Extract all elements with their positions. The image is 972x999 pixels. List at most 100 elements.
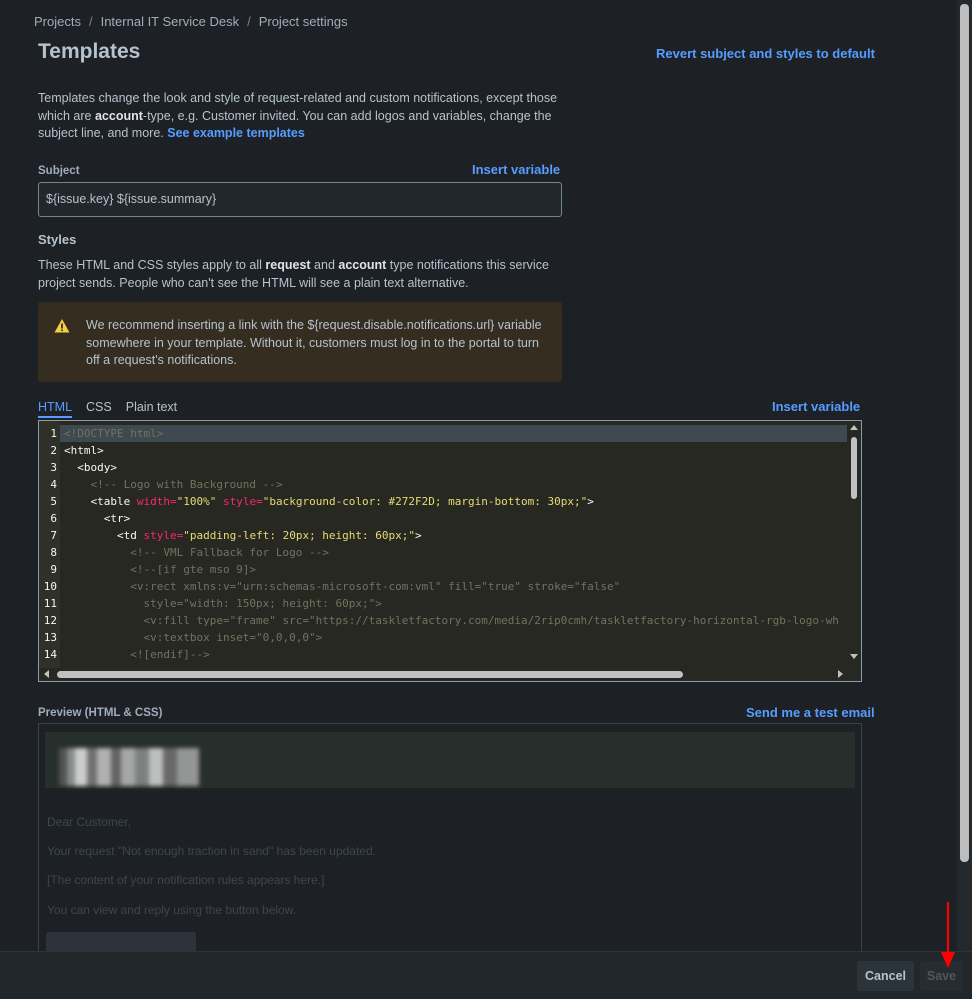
code-token: > [415, 529, 422, 542]
preview-line-2: [The content of your notification rules … [47, 873, 325, 887]
code-token: <!DOCTYPE html> [64, 427, 164, 440]
line-number: 7 [39, 527, 60, 544]
subject-label: Subject [38, 165, 80, 177]
preview-header [45, 732, 855, 788]
code-token: <v:textbox inset="0,0,0,0"> [64, 631, 323, 644]
line-number: 5 [39, 493, 60, 510]
code-token: <td [64, 529, 144, 542]
editor-tabs: HTML CSS Plain text [38, 400, 177, 418]
code-text[interactable]: <![endif]--> [60, 646, 210, 663]
code-token: > [587, 495, 594, 508]
editor-vertical-scroll-thumb[interactable] [851, 437, 857, 499]
code-line[interactable]: 4 <!-- Logo with Background --> [39, 476, 847, 493]
line-number: 11 [39, 595, 60, 612]
blurred-logo-image [59, 748, 199, 786]
preview-line-1: Your request "Not enough traction in san… [47, 844, 376, 858]
code-token: <html> [64, 444, 104, 457]
preview-label: Preview (HTML & CSS) [38, 707, 163, 719]
line-number: 6 [39, 510, 60, 527]
breadcrumb-projects[interactable]: Projects [34, 14, 81, 29]
code-text[interactable]: <table width="100%" style="background-co… [60, 493, 594, 510]
code-line[interactable]: 2 <html> [39, 442, 847, 459]
send-test-email-link[interactable]: Send me a test email [746, 705, 875, 720]
code-line[interactable]: 9 <!--[if gte mso 9]> [39, 561, 847, 578]
code-token: <!-- VML Fallback for Logo --> [64, 546, 329, 559]
code-token: "background-color: #272F2D; margin-botto… [262, 495, 588, 508]
preview-greeting: Dear Customer, [47, 815, 132, 829]
html-insert-variable-link[interactable]: Insert variable [772, 399, 860, 414]
styles-heading: Styles [38, 232, 77, 247]
code-line[interactable]: 7 <td style="padding-left: 20px; height:… [39, 527, 847, 544]
code-text[interactable]: <!-- VML Fallback for Logo --> [60, 544, 329, 561]
code-text[interactable]: <html> [60, 442, 104, 459]
line-number: 4 [39, 476, 60, 493]
code-lines[interactable]: 1 <!DOCTYPE html> 2 <html> 3 <body> 4 <!-- Lo… [39, 425, 847, 663]
code-text[interactable]: <v:textbox inset="0,0,0,0"> [60, 629, 322, 646]
code-token: <body> [64, 461, 117, 474]
line-number: 13 [39, 629, 60, 646]
code-line[interactable]: 11 style="width: 150px; height: 60px;"> [39, 595, 847, 612]
code-line[interactable]: 1 <!DOCTYPE html> [39, 425, 847, 442]
scroll-up-icon[interactable] [850, 425, 858, 430]
code-line[interactable]: 13 <v:textbox inset="0,0,0,0"> [39, 629, 847, 646]
page-scroll-thumb[interactable] [960, 4, 969, 862]
intro-text: Templates change the look and style of r… [38, 91, 558, 140]
breadcrumb-separator: / [88, 14, 93, 29]
styles-description: These HTML and CSS styles apply to all r… [38, 258, 549, 290]
code-token: <table [64, 495, 137, 508]
code-token: <tr> [64, 512, 131, 525]
code-text[interactable]: <!--[if gte mso 9]> [60, 561, 256, 578]
subject-input[interactable]: ${issue.key} ${issue.summary} [38, 182, 562, 217]
subject-insert-variable-link[interactable]: Insert variable [472, 162, 560, 177]
code-token: <!-- Logo with Background --> [64, 478, 283, 491]
code-token: <v:rect xmlns:v="urn:schemas-microsoft-c… [64, 580, 621, 593]
tab-plain-text[interactable]: Plain text [126, 400, 177, 418]
line-number: 12 [39, 612, 60, 629]
line-number: 2 [39, 442, 60, 459]
code-token: "100%" [176, 495, 217, 508]
warning-banner: We recommend inserting a link with the $… [38, 302, 562, 382]
line-number: 8 [39, 544, 60, 561]
editor-horizontal-scroll-thumb[interactable] [57, 671, 683, 678]
code-line[interactable]: 6 <tr> [39, 510, 847, 527]
code-editor[interactable]: 1 <!DOCTYPE html> 2 <html> 3 <body> 4 <!-- Lo… [38, 420, 862, 682]
page-scrollbar[interactable] [957, 0, 972, 951]
scroll-left-icon[interactable] [44, 670, 49, 678]
code-token: <![endif]--> [64, 648, 210, 661]
code-text[interactable]: <td style="padding-left: 20px; height: 6… [60, 527, 422, 544]
warning-icon [54, 319, 70, 333]
footer-bar: Cancel Save [0, 951, 972, 999]
code-token: style="width: 150px; height: 60px;"> [64, 597, 382, 610]
example-templates-link[interactable]: See example templates [167, 126, 305, 140]
code-line[interactable]: 5 <table width="100%" style="background-… [39, 493, 847, 510]
code-text[interactable]: <!DOCTYPE html> [60, 425, 163, 442]
cancel-button[interactable]: Cancel [857, 961, 914, 991]
code-token: width= [136, 495, 177, 508]
annotation-arrow-icon [941, 902, 955, 968]
scroll-down-icon[interactable] [850, 654, 858, 659]
code-line[interactable]: 3 <body> [39, 459, 847, 476]
editor-vertical-scrollbar[interactable] [847, 421, 861, 671]
code-line[interactable]: 10 <v:rect xmlns:v="urn:schemas-microsof… [39, 578, 847, 595]
code-token: <v:fill type="frame" src="https://taskle… [64, 614, 839, 627]
code-text[interactable]: style="width: 150px; height: 60px;"> [60, 595, 382, 612]
tab-css[interactable]: CSS [86, 400, 112, 418]
code-text[interactable]: <tr> [60, 510, 131, 527]
page-title: Templates [38, 40, 141, 63]
breadcrumb: Projects / Internal IT Service Desk / Pr… [34, 14, 348, 29]
revert-defaults-link[interactable]: Revert subject and styles to default [656, 46, 875, 61]
breadcrumb-project[interactable]: Internal IT Service Desk [101, 14, 239, 29]
code-text[interactable]: <v:rect xmlns:v="urn:schemas-microsoft-c… [60, 578, 620, 595]
code-text[interactable]: <v:fill type="frame" src="https://taskle… [60, 612, 839, 629]
scroll-right-icon[interactable] [838, 670, 843, 678]
code-line[interactable]: 12 <v:fill type="frame" src="https://tas… [39, 612, 847, 629]
tab-html[interactable]: HTML [38, 400, 73, 418]
preview-frame: Dear Customer, Your request "Not enough … [38, 723, 862, 955]
code-token: style= [143, 529, 184, 542]
editor-horizontal-scrollbar[interactable] [39, 668, 861, 681]
code-line[interactable]: 14 <![endif]--> [39, 646, 847, 663]
code-line[interactable]: 8 <!-- VML Fallback for Logo --> [39, 544, 847, 561]
code-text[interactable]: <body> [60, 459, 117, 476]
breadcrumb-settings[interactable]: Project settings [259, 14, 348, 29]
code-text[interactable]: <!-- Logo with Background --> [60, 476, 283, 493]
